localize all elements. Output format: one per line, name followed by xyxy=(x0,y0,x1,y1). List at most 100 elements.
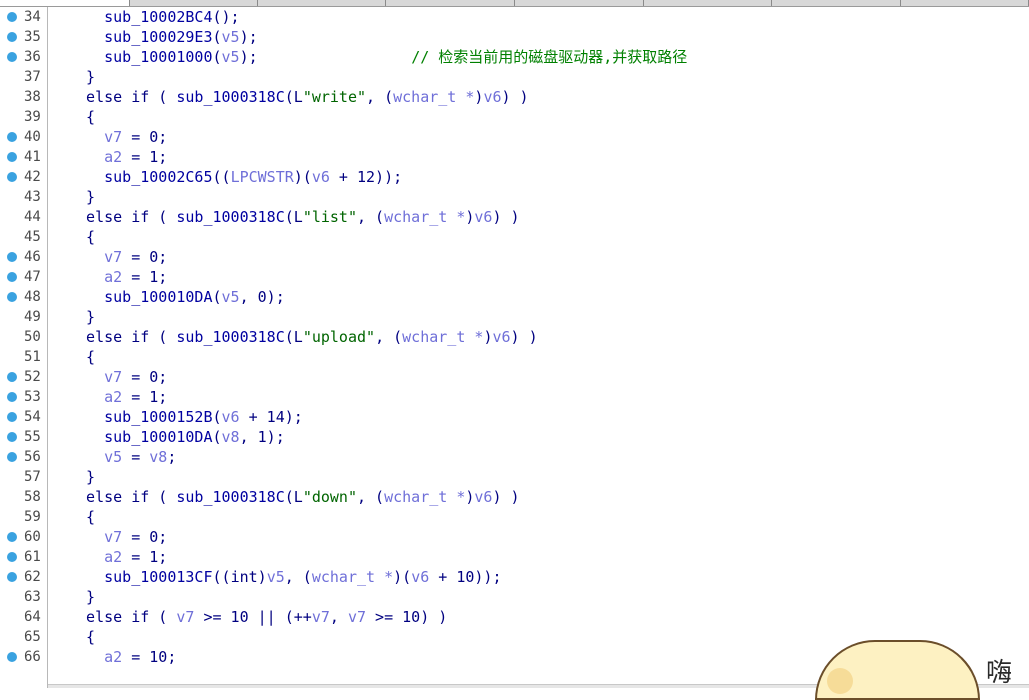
code-text[interactable]: sub_100013CF((int)v5, (wchar_t *)(v6 + 1… xyxy=(68,567,501,587)
breakpoint-icon[interactable] xyxy=(7,272,17,282)
code-text[interactable]: } xyxy=(68,467,95,487)
breakpoint-icon[interactable] xyxy=(7,172,17,182)
code-text[interactable]: { xyxy=(68,627,95,647)
code-text[interactable]: sub_10001000(v5); // 检索当前用的磁盘驱动器,并获取路径 xyxy=(68,47,687,67)
tab-6[interactable] xyxy=(644,0,772,6)
code-token: sub_1000318C xyxy=(176,488,285,506)
code-line[interactable]: 54 sub_1000152B(v6 + 14); xyxy=(0,407,1029,427)
code-text[interactable]: } xyxy=(68,67,95,87)
code-text[interactable]: sub_100010DA(v8, 1); xyxy=(68,427,285,447)
breakpoint-icon[interactable] xyxy=(7,392,17,402)
code-line[interactable]: 63 } xyxy=(0,587,1029,607)
code-token: v7 xyxy=(68,128,123,146)
code-text[interactable]: v7 = 0; xyxy=(68,367,167,387)
code-line[interactable]: 61 a2 = 1; xyxy=(0,547,1029,567)
breakpoint-icon[interactable] xyxy=(7,572,17,582)
breakpoint-icon[interactable] xyxy=(7,12,17,22)
code-text[interactable]: { xyxy=(68,227,95,247)
code-text[interactable]: else if ( sub_1000318C(L"upload", (wchar… xyxy=(68,327,538,347)
code-token: "write" xyxy=(302,88,367,106)
code-text[interactable]: sub_1000152B(v6 + 14); xyxy=(68,407,303,427)
code-token: v5 xyxy=(221,48,240,66)
breakpoint-icon[interactable] xyxy=(7,252,17,262)
tab-7[interactable] xyxy=(772,0,901,6)
code-line[interactable]: 52 v7 = 0; xyxy=(0,367,1029,387)
code-line[interactable]: 60 v7 = 0; xyxy=(0,527,1029,547)
code-text[interactable]: sub_10002C65((LPCWSTR)(v6 + 12)); xyxy=(68,167,402,187)
tab-2[interactable] xyxy=(130,0,258,6)
code-text[interactable]: sub_100010DA(v5, 0); xyxy=(68,287,285,307)
code-line[interactable]: 42 sub_10002C65((LPCWSTR)(v6 + 12)); xyxy=(0,167,1029,187)
breakpoint-icon[interactable] xyxy=(7,532,17,542)
code-text[interactable]: v7 = 0; xyxy=(68,127,167,147)
code-text[interactable]: else if ( v7 >= 10 || (++v7, v7 >= 10) ) xyxy=(68,607,447,627)
code-line[interactable]: 50 else if ( sub_1000318C(L"upload", (wc… xyxy=(0,327,1029,347)
tab-4[interactable] xyxy=(386,0,515,6)
breakpoint-icon[interactable] xyxy=(7,32,17,42)
code-line[interactable]: 56 v5 = v8; xyxy=(0,447,1029,467)
tab-3[interactable] xyxy=(258,0,386,6)
code-text[interactable]: v7 = 0; xyxy=(68,247,167,267)
code-line[interactable]: 46 v7 = 0; xyxy=(0,247,1029,267)
code-line[interactable]: 38 else if ( sub_1000318C(L"write", (wch… xyxy=(0,87,1029,107)
code-token: else if ( xyxy=(68,488,177,506)
code-line[interactable]: 59 { xyxy=(0,507,1029,527)
code-text[interactable]: a2 = 10; xyxy=(68,647,176,667)
code-line[interactable]: 43 } xyxy=(0,187,1029,207)
code-line[interactable]: 37 } xyxy=(0,67,1029,87)
breakpoint-icon[interactable] xyxy=(7,372,17,382)
tab-5[interactable] xyxy=(515,0,644,6)
code-line[interactable]: 55 sub_100010DA(v8, 1); xyxy=(0,427,1029,447)
code-token: } xyxy=(68,308,96,326)
line-number: 52 xyxy=(24,369,41,385)
code-text[interactable]: } xyxy=(68,587,95,607)
code-text[interactable]: sub_100029E3(v5); xyxy=(68,27,258,47)
breakpoint-icon[interactable] xyxy=(7,552,17,562)
code-line[interactable]: 45 { xyxy=(0,227,1029,247)
code-text[interactable]: a2 = 1; xyxy=(68,387,167,407)
code-line[interactable]: 49 } xyxy=(0,307,1029,327)
tab-pseudocode[interactable] xyxy=(0,0,130,6)
code-line[interactable]: 41 a2 = 1; xyxy=(0,147,1029,167)
breakpoint-icon[interactable] xyxy=(7,52,17,62)
code-line[interactable]: 44 else if ( sub_1000318C(L"list", (wcha… xyxy=(0,207,1029,227)
line-number: 62 xyxy=(24,569,41,585)
breakpoint-icon[interactable] xyxy=(7,652,17,662)
code-line[interactable]: 47 a2 = 1; xyxy=(0,267,1029,287)
code-text[interactable]: v7 = 0; xyxy=(68,527,167,547)
code-line[interactable]: 64 else if ( v7 >= 10 || (++v7, v7 >= 10… xyxy=(0,607,1029,627)
code-line[interactable]: 57 } xyxy=(0,467,1029,487)
code-text[interactable]: v5 = v8; xyxy=(68,447,176,467)
breakpoint-icon[interactable] xyxy=(7,452,17,462)
code-text[interactable]: else if ( sub_1000318C(L"down", (wchar_t… xyxy=(68,487,520,507)
code-line[interactable]: 40 v7 = 0; xyxy=(0,127,1029,147)
breakpoint-icon[interactable] xyxy=(7,432,17,442)
code-token: ) ) xyxy=(501,88,529,106)
code-text[interactable]: } xyxy=(68,307,95,327)
code-text[interactable]: a2 = 1; xyxy=(68,267,167,287)
code-line[interactable]: 39 { xyxy=(0,107,1029,127)
code-text[interactable]: else if ( sub_1000318C(L"write", (wchar_… xyxy=(68,87,529,107)
code-text[interactable]: { xyxy=(68,107,95,127)
code-text[interactable]: } xyxy=(68,187,95,207)
breakpoint-icon[interactable] xyxy=(7,132,17,142)
code-text[interactable]: { xyxy=(68,507,95,527)
code-line[interactable]: 34 sub_10002BC4(); xyxy=(0,7,1029,27)
breakpoint-icon[interactable] xyxy=(7,152,17,162)
code-line[interactable]: 36 sub_10001000(v5); // 检索当前用的磁盘驱动器,并获取路… xyxy=(0,47,1029,67)
code-text[interactable]: sub_10002BC4(); xyxy=(68,7,239,27)
code-text[interactable]: a2 = 1; xyxy=(68,147,167,167)
code-line[interactable]: 53 a2 = 1; xyxy=(0,387,1029,407)
code-line[interactable]: 62 sub_100013CF((int)v5, (wchar_t *)(v6 … xyxy=(0,567,1029,587)
breakpoint-icon[interactable] xyxy=(7,412,17,422)
code-text[interactable]: a2 = 1; xyxy=(68,547,167,567)
breakpoint-icon[interactable] xyxy=(7,292,17,302)
code-line[interactable]: 51 { xyxy=(0,347,1029,367)
code-line[interactable]: 48 sub_100010DA(v5, 0); xyxy=(0,287,1029,307)
code-text[interactable]: { xyxy=(68,347,95,367)
mascot-speech: 嗨 xyxy=(986,658,1013,688)
code-line[interactable]: 35 sub_100029E3(v5); xyxy=(0,27,1029,47)
code-line[interactable]: 58 else if ( sub_1000318C(L"down", (wcha… xyxy=(0,487,1029,507)
tab-8[interactable] xyxy=(901,0,1029,6)
code-text[interactable]: else if ( sub_1000318C(L"list", (wchar_t… xyxy=(68,207,520,227)
